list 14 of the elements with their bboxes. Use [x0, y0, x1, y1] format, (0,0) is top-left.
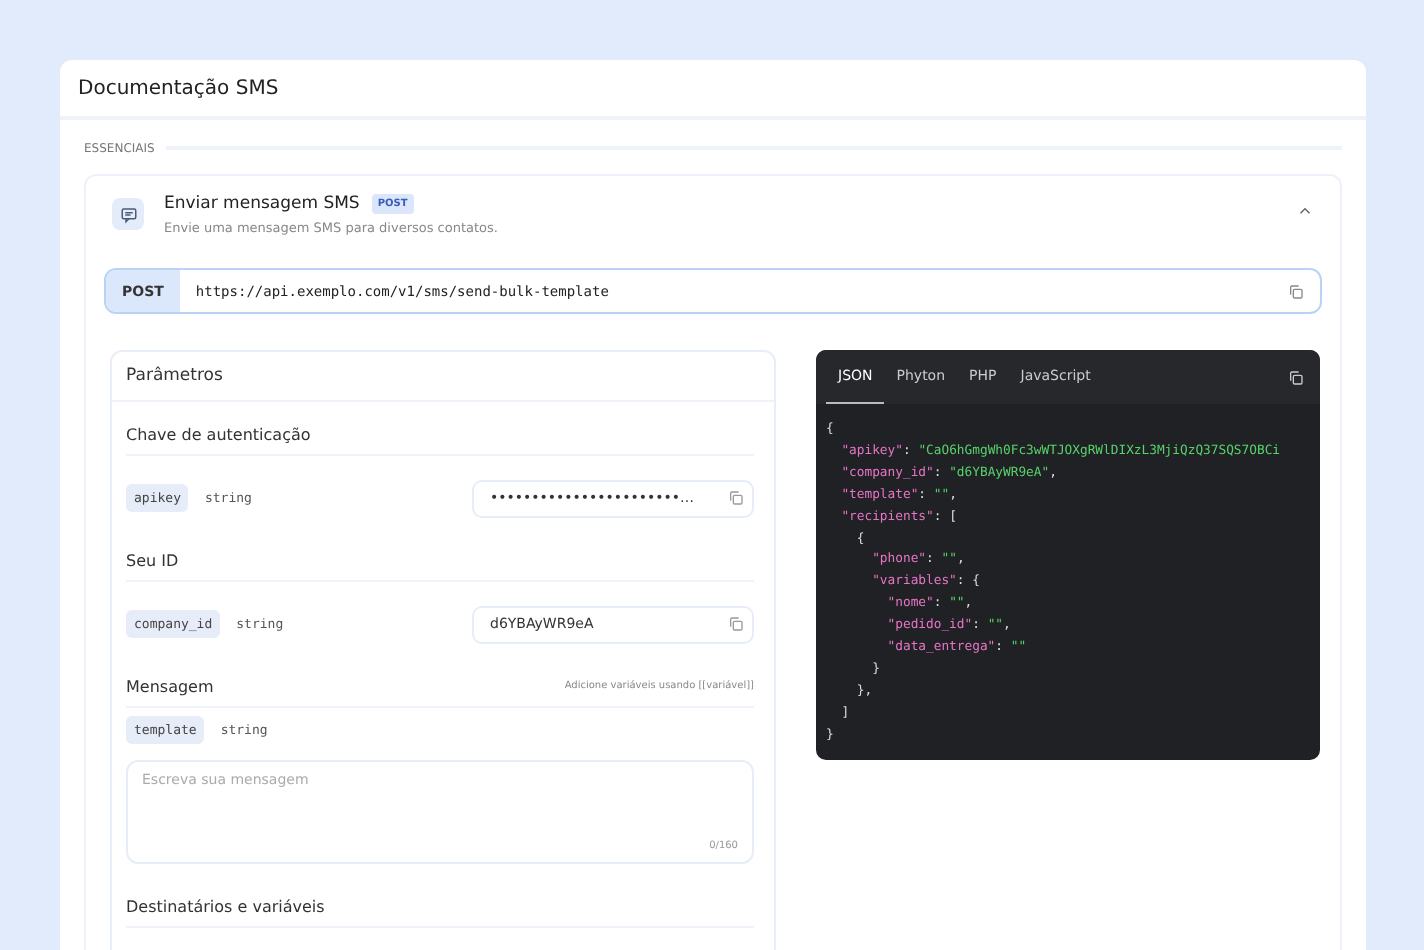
group-title: Seu ID	[126, 551, 179, 569]
copy-icon	[1288, 369, 1304, 385]
copy-icon	[728, 616, 744, 632]
group-title: Mensagem	[126, 677, 214, 695]
copy-button[interactable]	[728, 616, 744, 632]
group-title: Chave de autenticação	[126, 425, 311, 443]
group-title: Destinatários e variáveis	[126, 897, 325, 915]
panel-title: Parâmetros	[112, 352, 774, 402]
copy-icon	[1288, 283, 1304, 299]
message-icon	[112, 198, 144, 230]
page-title: Documentação SMS	[78, 77, 279, 99]
copy-button[interactable]	[728, 490, 744, 506]
endpoint-title: Enviar mensagem SMS	[164, 194, 360, 214]
copy-icon	[728, 490, 744, 506]
